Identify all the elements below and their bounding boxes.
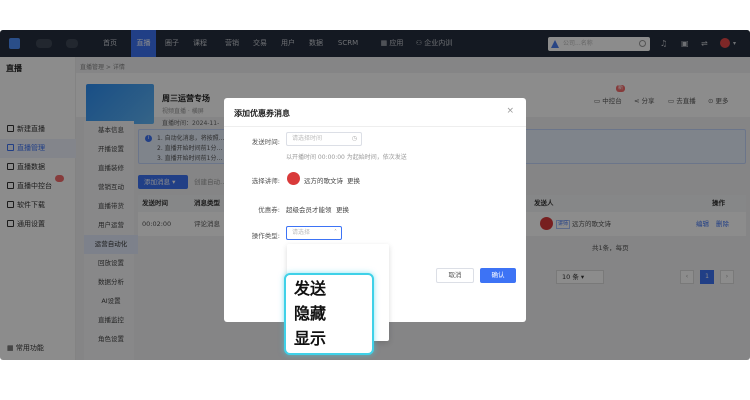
coupon-name: 超级会员才能领 <box>286 206 332 214</box>
cancel-button[interactable]: 取消 <box>436 268 474 283</box>
option-zoom-highlight: 发送 隐藏 显示 <box>284 273 374 355</box>
op-type-select[interactable]: 请选择 ˄ <box>286 226 342 240</box>
confirm-button[interactable]: 确认 <box>480 268 516 283</box>
send-time-placeholder: 请选择时间 <box>292 135 323 142</box>
send-time-label: 发送时间: <box>251 138 280 146</box>
clock-icon: ◷ <box>351 135 357 142</box>
lecturer-name: 远方的歌文诗 <box>304 177 343 185</box>
op-type-placeholder: 请选择 <box>292 229 311 236</box>
op-type-label: 操作类型: <box>251 232 280 240</box>
coupon-label: 优惠券: <box>258 206 280 214</box>
dialog-divider <box>224 126 526 127</box>
change-lecturer-link[interactable]: 更换 <box>347 175 360 185</box>
lecturer-avatar <box>287 172 300 185</box>
close-icon[interactable]: × <box>506 106 514 116</box>
change-coupon-link[interactable]: 更换 <box>336 204 349 214</box>
send-time-input[interactable]: 请选择时间 ◷ <box>286 132 362 146</box>
option-send[interactable]: 发送 <box>294 279 326 299</box>
option-show[interactable]: 显示 <box>294 329 326 349</box>
app-window: 首页 直播 圈子 课程 营销 交易 用户 数据 SCRM ▦ 应用 ⚇ 企业内训… <box>0 30 750 360</box>
option-hide[interactable]: 隐藏 <box>294 304 326 324</box>
chevron-up-icon: ˄ <box>334 229 337 236</box>
lecturer-label: 选择讲师: <box>251 177 280 185</box>
dialog-title: 添加优惠券消息 <box>234 109 290 118</box>
send-time-help: 以开播时间 00:00:00 为起始时间，依次发送 <box>286 154 407 161</box>
